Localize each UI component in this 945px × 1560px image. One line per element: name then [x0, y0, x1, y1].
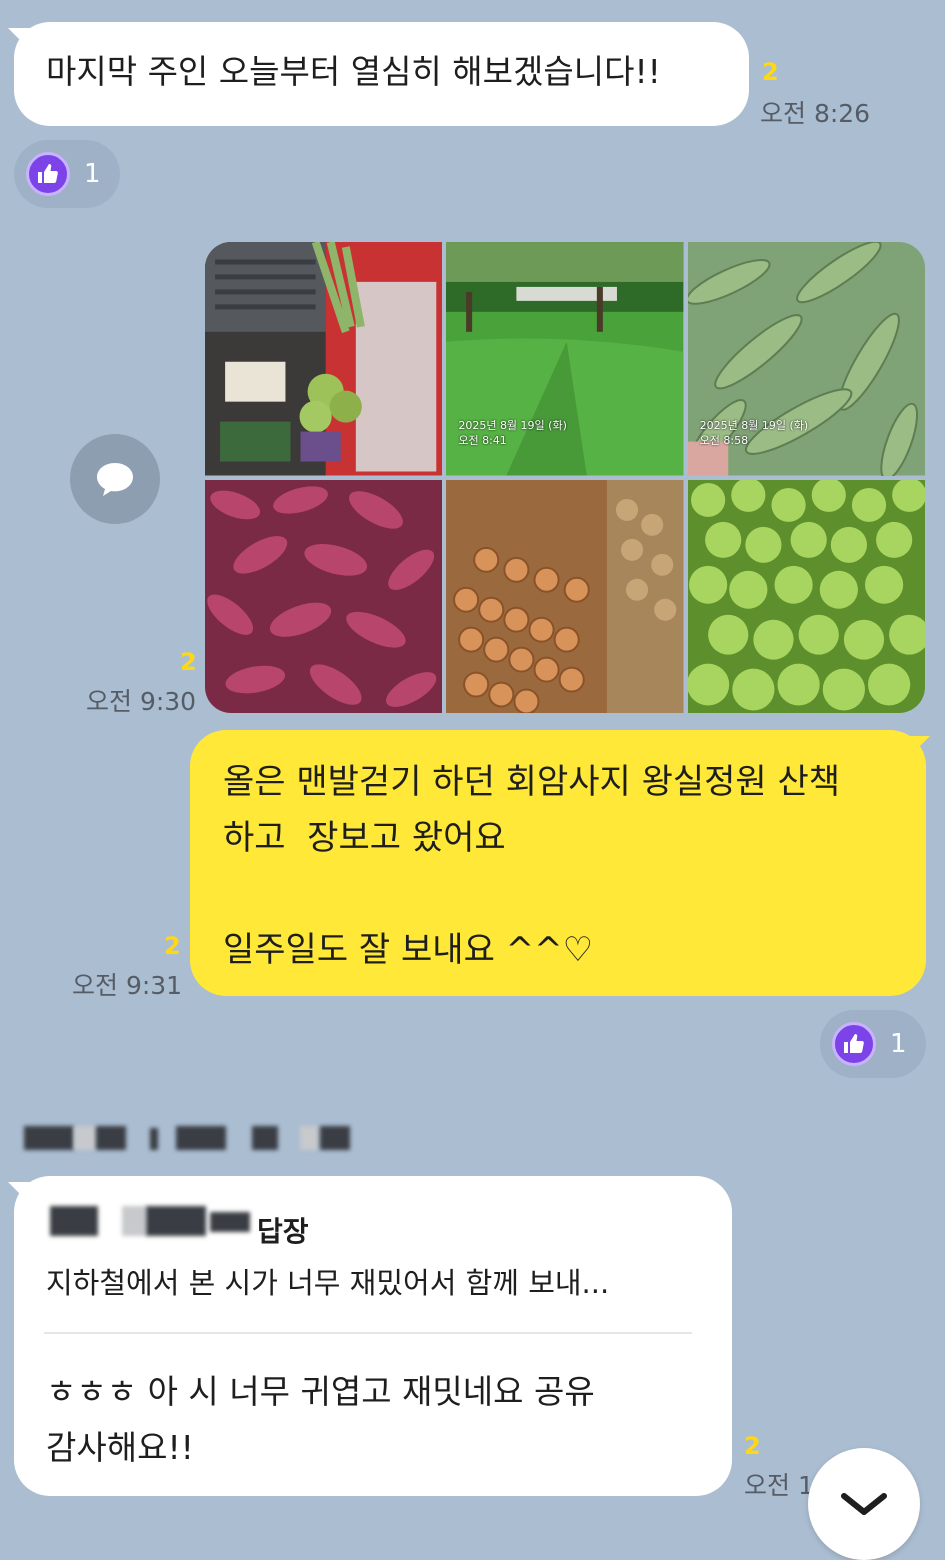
reaction-badge[interactable]: 1: [14, 140, 120, 208]
photo-album[interactable]: 2025년 8월 19일 (화) 오전 8:41 2025년 8월 19일 (화…: [205, 242, 925, 713]
message-time: 오전 8:26: [760, 99, 871, 128]
photo-timestamp: 2025년 8월 19일 (화) 오전 8:41: [458, 418, 567, 447]
quoted-message[interactable]: 지하철에서 본 시가 너무 재밌어서 함께 보내...: [46, 1260, 609, 1302]
reply-message-bubble[interactable]: 답장 지하철에서 본 시가 너무 재밌어서 함께 보내... ㅎㅎㅎ 아 시 너…: [14, 1176, 732, 1496]
thumbs-up-icon: [832, 1022, 876, 1066]
photo-garden[interactable]: 2025년 8월 19일 (화) 오전 8:41: [446, 242, 684, 476]
message-text: 올은 맨발걷기 하던 회암사지 왕실정원 산책 하고 장보고 왔어요 일주일도 …: [223, 762, 841, 970]
chevron-down-icon: [841, 1493, 887, 1515]
unread-count: 2: [180, 648, 197, 676]
reply-label: 답장: [257, 1215, 309, 1248]
photo-groceries[interactable]: [205, 242, 443, 476]
share-button[interactable]: [70, 434, 160, 524]
photo-carrots-potatoes[interactable]: [446, 479, 684, 713]
thumbs-up-icon: [26, 152, 70, 196]
message-text: 마지막 주인 오늘부터 열심히 해보겠습니다!!: [46, 52, 661, 91]
reaction-count: 1: [84, 159, 101, 189]
photo-green-apples[interactable]: [687, 479, 925, 713]
message-time: 오전 9:30: [86, 687, 197, 716]
photo-sweet-potatoes[interactable]: [205, 479, 443, 713]
reply-divider: [44, 1332, 692, 1334]
message-time: 오전 9:31: [72, 971, 183, 1000]
unread-count: 2: [744, 1432, 761, 1460]
photo-corn[interactable]: 2025년 8월 19일 (화) 오전 8:58: [687, 242, 925, 476]
scroll-to-bottom-button[interactable]: [808, 1448, 920, 1560]
reaction-count: 1: [890, 1029, 907, 1059]
photo-timestamp: 2025년 8월 19일 (화) 오전 8:58: [699, 418, 809, 447]
message-bubble[interactable]: 올은 맨발걷기 하던 회암사지 왕실정원 산책 하고 장보고 왔어요 일주일도 …: [190, 730, 926, 996]
speech-bubble-icon: [97, 463, 133, 496]
reaction-badge[interactable]: 1: [820, 1010, 926, 1078]
unread-count: 2: [164, 932, 181, 960]
unread-count: 2: [762, 58, 779, 86]
message-text: ㅎㅎㅎ 아 시 너무 귀엽고 재밋네요 공유 감사해요!!: [46, 1372, 595, 1467]
message-bubble[interactable]: 마지막 주인 오늘부터 열심히 해보겠습니다!!: [14, 22, 749, 126]
